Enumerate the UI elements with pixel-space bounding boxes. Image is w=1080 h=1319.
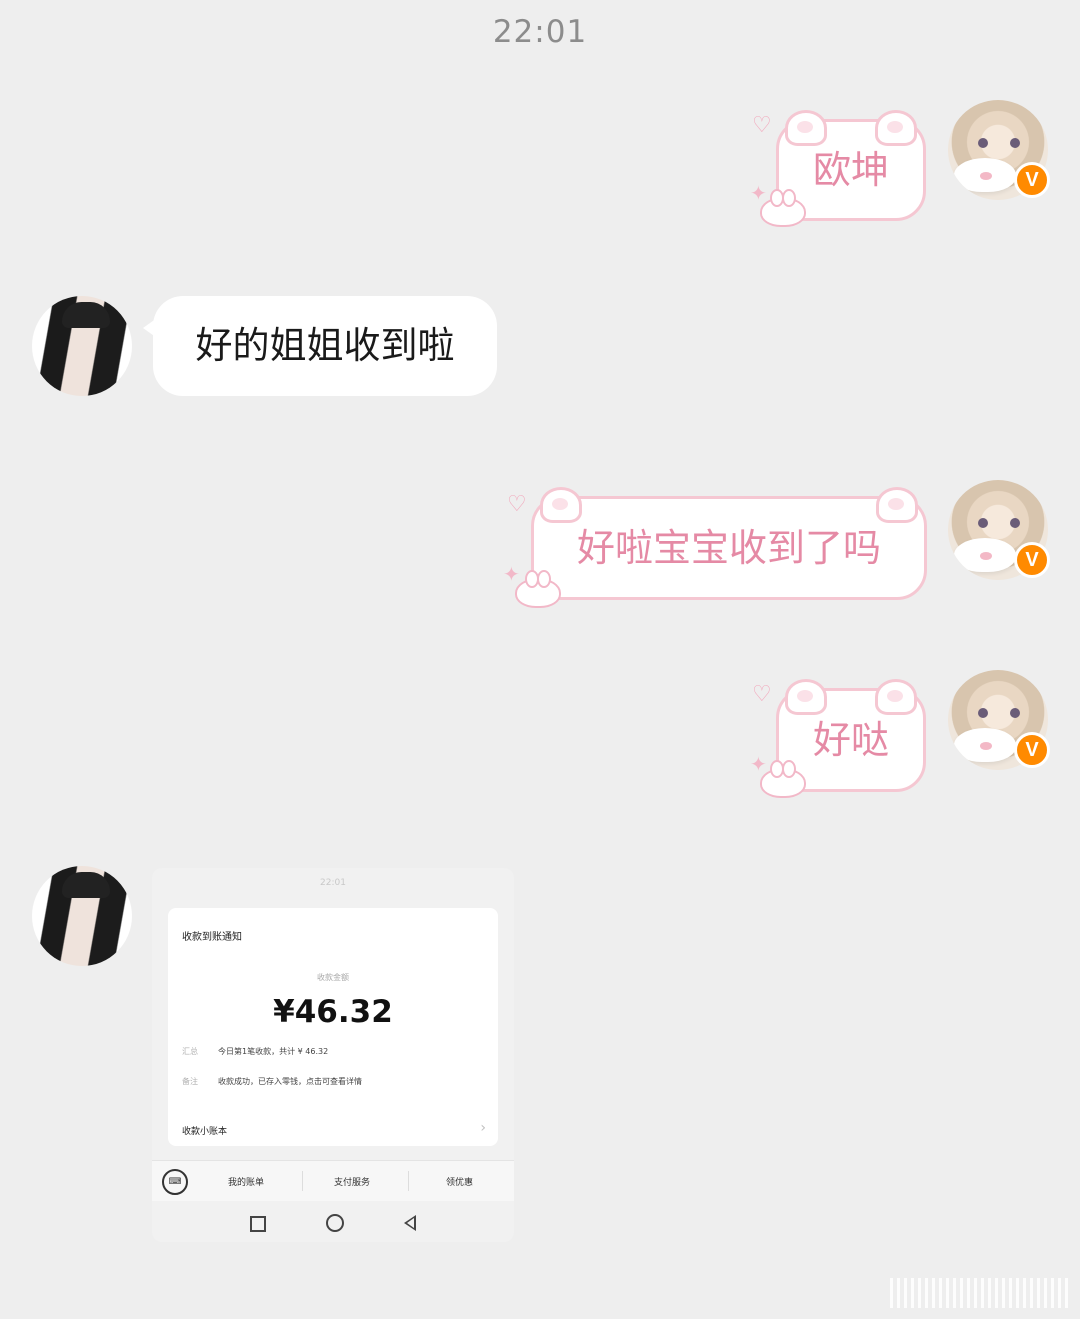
- message-bubble[interactable]: 好的姐姐收到啦: [143, 296, 497, 396]
- heart-icon: ♡: [752, 113, 772, 138]
- ledger-link: 收款小账本: [182, 1127, 228, 1137]
- avatar-self[interactable]: V: [948, 100, 1050, 200]
- timestamp: 22:01: [492, 14, 588, 50]
- screenshot-time: 22:01: [320, 878, 346, 888]
- keyboard-icon: ⌨: [162, 1169, 188, 1195]
- system-nav-bar: [152, 1202, 514, 1242]
- message-text: 好哒: [812, 718, 889, 762]
- bunny-icon: [760, 189, 806, 227]
- heart-icon: ♡: [752, 682, 772, 707]
- menu-item: 支付服务: [334, 1178, 371, 1188]
- menu-bar: ⌨ 我的账单 支付服务 领优惠: [152, 1160, 514, 1201]
- back-icon: [404, 1215, 416, 1231]
- payment-screenshot-image[interactable]: 22:01 收款到账通知 收款金额 ¥46.32 汇总 今日第1笔收款，共计 ¥ …: [152, 868, 514, 1242]
- note-key: 备注: [182, 1077, 198, 1086]
- menu-item: 我的账单: [228, 1178, 265, 1188]
- message-text: 欧坤: [812, 148, 889, 192]
- card-title: 收款到账通知: [182, 932, 242, 943]
- amount-label: 收款金额: [317, 973, 349, 982]
- chevron-right-icon: ›: [480, 1120, 486, 1136]
- message-text: 好的姐姐收到啦: [195, 324, 455, 367]
- bubble-ear: [875, 679, 917, 715]
- avatar-other[interactable]: [32, 296, 132, 396]
- sparkle-icon: ✦: [503, 562, 520, 586]
- home-icon: [326, 1214, 344, 1232]
- heart-icon: ♡: [507, 492, 527, 517]
- summary-key: 汇总: [182, 1047, 198, 1056]
- message-bubble[interactable]: 好啦宝宝收到了吗: [531, 487, 927, 600]
- recents-icon: [250, 1216, 266, 1232]
- bubble-ear: [785, 679, 827, 715]
- bunny-icon: [515, 570, 561, 608]
- menu-item: 领优惠: [446, 1178, 474, 1188]
- message-text: 好啦宝宝收到了吗: [576, 526, 881, 570]
- amount-value: ¥46.32: [273, 994, 393, 1030]
- summary-value: 今日第1笔收款，共计 ¥ 46.32: [218, 1047, 329, 1056]
- note-row: 备注 收款成功，已存入零钱，点击可查看详情: [182, 1076, 362, 1087]
- bubble-ear: [785, 110, 827, 146]
- avatar-self[interactable]: V: [948, 480, 1050, 580]
- bubble-ear: [875, 110, 917, 146]
- avatar-self[interactable]: V: [948, 670, 1050, 770]
- bubble-ear: [876, 487, 918, 523]
- verified-badge-icon: V: [1014, 732, 1050, 768]
- verified-badge-icon: V: [1014, 542, 1050, 578]
- summary-row: 汇总 今日第1笔收款，共计 ¥ 46.32: [182, 1046, 328, 1057]
- bubble-ear: [540, 487, 582, 523]
- sparkle-icon: ✦: [750, 752, 767, 776]
- verified-badge-icon: V: [1014, 162, 1050, 198]
- payment-notification-card: 收款到账通知 收款金额 ¥46.32 汇总 今日第1笔收款，共计 ¥ 46.32 …: [168, 908, 498, 1146]
- avatar-other[interactable]: [32, 866, 132, 966]
- bunny-icon: [760, 760, 806, 798]
- sparkle-icon: ✦: [750, 181, 767, 205]
- scroll-handle[interactable]: [890, 1278, 1070, 1308]
- note-value: 收款成功，已存入零钱，点击可查看详情: [218, 1077, 362, 1086]
